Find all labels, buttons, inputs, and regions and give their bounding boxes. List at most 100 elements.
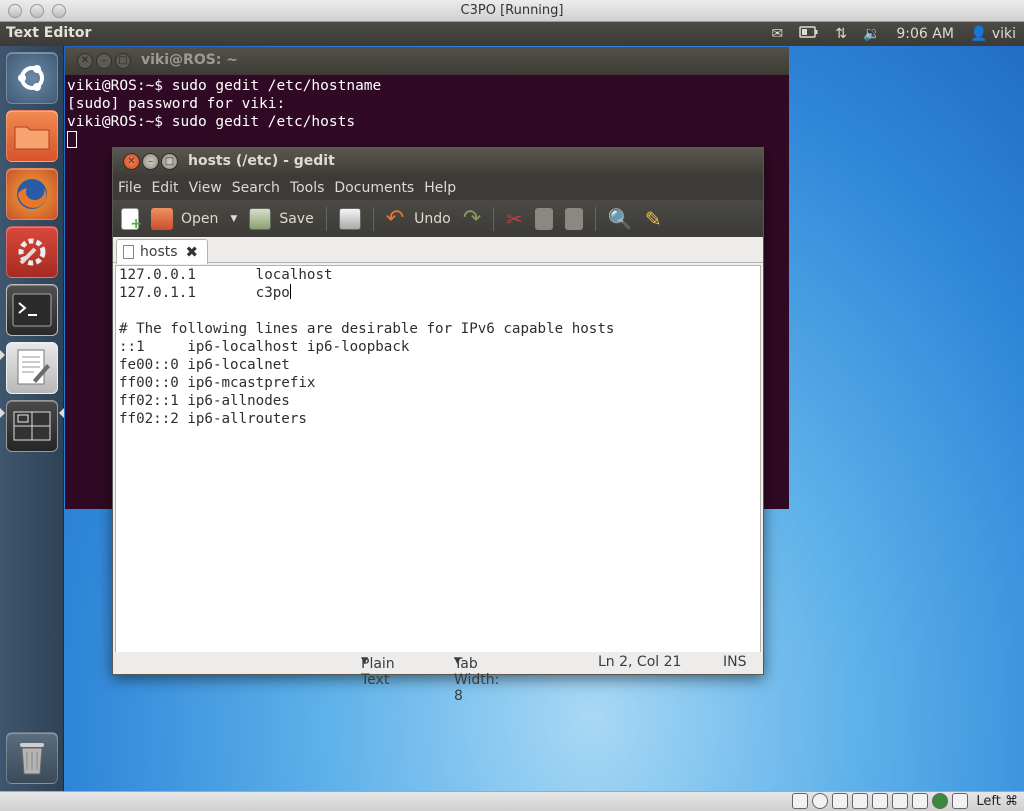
terminal-minimize-button[interactable]: – (96, 53, 112, 69)
menu-tools[interactable]: Tools (290, 180, 325, 196)
shared-folder-icon[interactable] (872, 793, 889, 809)
workspaces-icon (13, 411, 51, 441)
new-document-icon: + (121, 207, 142, 232)
gedit-statusbar: Plain Text ▼ Tab Width: 8 ▼ Ln 2, Col 21… (113, 652, 763, 704)
host-close-button[interactable] (8, 4, 22, 18)
editor-line: ff02::1 ip6-allnodes (119, 393, 290, 409)
clock[interactable]: 9:06 AM (896, 26, 954, 42)
magnifier-icon: 🔍 (607, 206, 633, 231)
host-key-label: Left ⌘ (976, 793, 1018, 809)
menu-file[interactable]: File (118, 180, 141, 196)
terminal-icon (12, 293, 52, 327)
new-document-button[interactable]: + (121, 207, 142, 232)
paste-icon (564, 207, 583, 230)
gedit-window[interactable]: ✕ – □ hosts (/etc) - gedit File Edit Vie… (112, 147, 764, 704)
redo-button[interactable]: ↷ (462, 205, 482, 231)
paste-button[interactable] (564, 207, 583, 230)
launcher-text-editor[interactable] (6, 342, 58, 394)
toolbar-separator (372, 206, 374, 231)
terminal-maximize-button[interactable]: □ (115, 53, 131, 69)
editor-line: ::1 ip6-localhost ip6-loopback (119, 339, 410, 355)
open-folder-icon (151, 207, 173, 230)
display-icon[interactable] (892, 793, 909, 809)
editor-line: ff00::0 ip6-mcastprefix (119, 375, 316, 391)
find-replace-button[interactable]: ✎ (645, 207, 662, 231)
find-button[interactable]: 🔍 (608, 207, 633, 231)
dash-home-button[interactable] (6, 52, 58, 104)
menu-edit[interactable]: Edit (151, 180, 178, 196)
download-arrow-icon[interactable] (952, 793, 969, 809)
terminal-titlebar[interactable]: ✕ – □ viki@ROS: ~ (65, 47, 789, 75)
capture-icon[interactable] (932, 793, 949, 809)
volume-icon[interactable]: 🔉 (863, 26, 880, 42)
launcher-settings[interactable] (6, 226, 58, 278)
gedit-title: hosts (/etc) - gedit (188, 153, 335, 169)
launcher-workspace-switcher[interactable] (6, 400, 58, 452)
active-app-title[interactable]: Text Editor (6, 25, 91, 41)
terminal-cursor (67, 131, 77, 148)
scissors-icon: ✂ (506, 206, 523, 231)
text-editor-icon (17, 349, 50, 385)
terminal-line: viki@ROS:~$ sudo gedit /etc/hosts (67, 114, 356, 130)
menu-view[interactable]: View (189, 180, 222, 196)
menu-documents[interactable]: Documents (334, 180, 414, 196)
host-minimize-button[interactable] (30, 4, 44, 18)
document-tabs: hosts ✖ (113, 237, 763, 264)
undo-label: Undo (414, 210, 451, 227)
gedit-titlebar[interactable]: ✕ – □ hosts (/etc) - gedit (113, 148, 763, 175)
toolbar-separator (325, 206, 327, 231)
text-editor-area[interactable]: 127.0.0.1 localhost 127.0.1.1 c3po # The… (115, 265, 761, 654)
tab-hosts[interactable]: hosts ✖ (116, 239, 208, 264)
hard-disk-icon[interactable] (792, 793, 809, 809)
launcher-trash[interactable] (6, 732, 58, 784)
host-tray: Left ⌘ (792, 793, 1018, 809)
terminal-output[interactable]: viki@ROS:~$ sudo gedit /etc/hostname [su… (65, 75, 789, 150)
user-menu[interactable]: 👤 viki (970, 26, 1016, 42)
editor-line: 127.0.1.1 c3po (119, 284, 291, 301)
menu-search[interactable]: Search (232, 180, 280, 196)
gedit-minimize-button[interactable]: – (142, 153, 159, 170)
toolbar-separator (594, 206, 596, 231)
document-icon (123, 245, 134, 259)
terminal-title: viki@ROS: ~ (141, 52, 239, 68)
wrench-icon (18, 238, 46, 266)
print-button[interactable] (338, 207, 361, 230)
usb-icon[interactable] (832, 793, 849, 809)
mail-icon[interactable]: ✉ (771, 26, 783, 42)
network-icon[interactable]: ⇅ (835, 26, 847, 42)
launcher-terminal[interactable] (6, 284, 58, 336)
network-adapter-icon[interactable] (852, 793, 869, 809)
save-icon (249, 207, 272, 230)
top-panel: Text Editor ✉ ⇅ 🔉 9:06 AM 👤 viki (0, 22, 1024, 46)
launcher-firefox[interactable] (6, 168, 58, 220)
terminal-close-button[interactable]: ✕ (77, 53, 93, 69)
battery-icon[interactable] (799, 26, 819, 42)
indicator-area: ✉ ⇅ 🔉 9:06 AM 👤 viki (771, 22, 1016, 46)
recent-files-dropdown[interactable]: ▼ (230, 214, 237, 224)
gedit-close-button[interactable]: ✕ (123, 153, 140, 170)
text-caret (289, 284, 291, 299)
toolbar-separator (493, 206, 495, 231)
cursor-position: Ln 2, Col 21 (598, 654, 682, 670)
host-zoom-button[interactable] (52, 4, 66, 18)
copy-button[interactable] (534, 207, 553, 230)
undo-icon: ↶ (385, 205, 405, 231)
user-icon: 👤 (969, 26, 988, 42)
cut-button[interactable]: ✂ (506, 207, 523, 231)
launcher-files[interactable] (6, 110, 58, 162)
chip-icon[interactable] (912, 793, 929, 809)
ubuntu-logo-icon (18, 65, 44, 91)
redo-icon: ↷ (462, 205, 482, 231)
tab-label: hosts (140, 244, 178, 260)
tab-close-icon[interactable]: ✖ (186, 243, 199, 261)
gedit-maximize-button[interactable]: □ (161, 153, 178, 170)
open-button[interactable]: Open (151, 207, 218, 230)
save-button[interactable]: Save (249, 207, 314, 230)
user-name: viki (991, 26, 1016, 42)
optical-drive-icon[interactable] (812, 793, 829, 809)
undo-button[interactable]: ↶ Undo (385, 205, 451, 231)
menu-help[interactable]: Help (424, 180, 456, 196)
trash-icon (20, 743, 44, 775)
host-statusbar: Left ⌘ (0, 791, 1024, 811)
